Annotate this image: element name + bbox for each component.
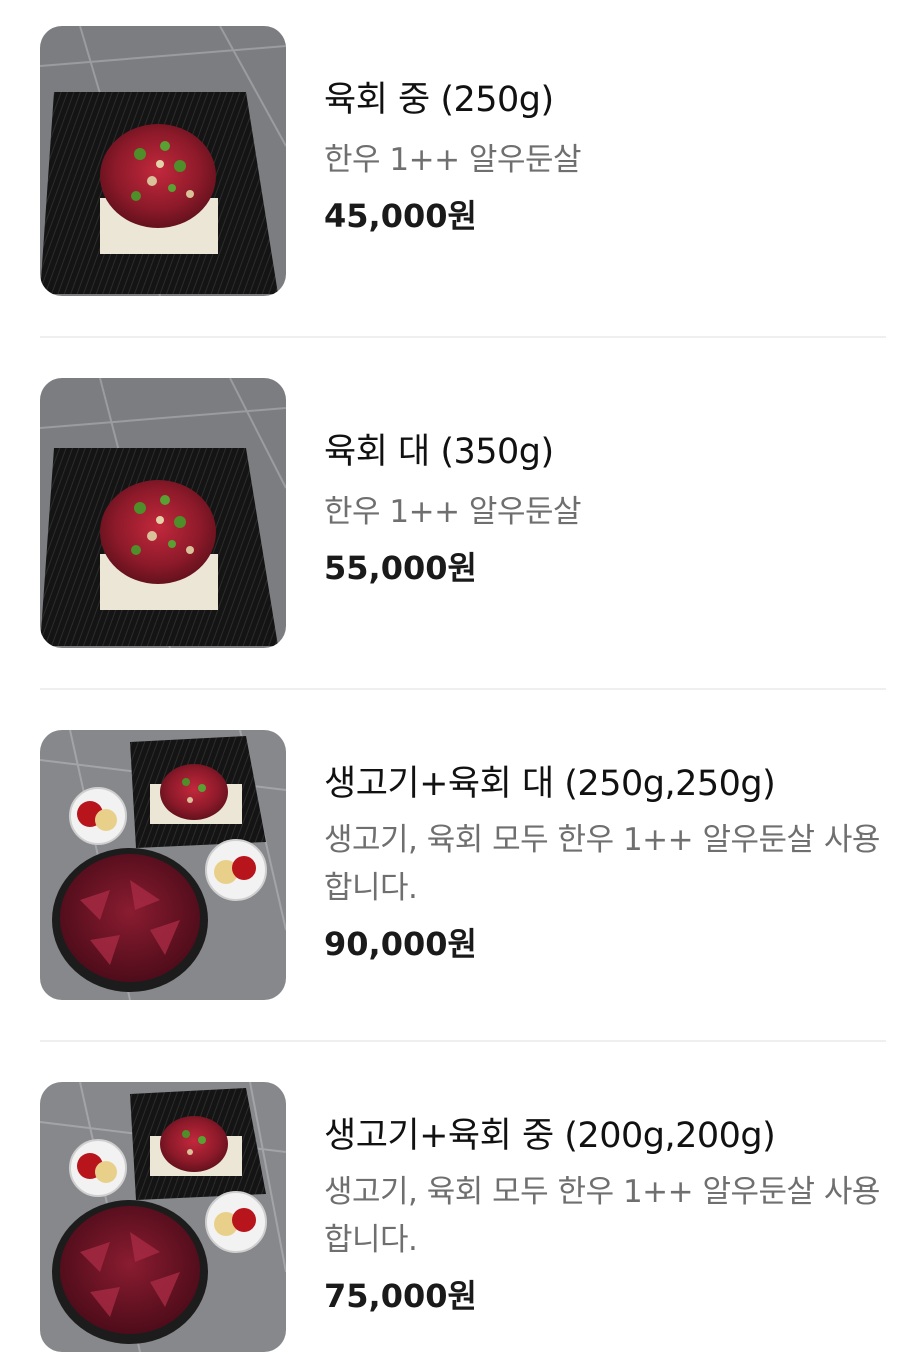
item-description: 한우 1++ 알우둔살 xyxy=(324,494,582,530)
item-name: 생고기+육회 대 (250g,250g) xyxy=(324,764,776,804)
item-description: 생고기, 육회 모두 한우 1++ 알우둔살 사용 합니다. xyxy=(324,822,880,906)
item-price: 55,000원 xyxy=(324,549,477,587)
item-info: 생고기+육회 대 (250g,250g) 생고기, 육회 모두 한우 1++ 알… xyxy=(324,762,886,966)
item-price: 45,000원 xyxy=(324,197,477,235)
yukhoe-plate-image xyxy=(40,378,286,648)
divider xyxy=(40,336,886,338)
item-info: 육회 중 (250g) 한우 1++ 알우둔살 45,000원 xyxy=(324,78,886,238)
menu-list: 육회 중 (250g) 한우 1++ 알우둔살 45,000원 육회 대 (35… xyxy=(0,0,900,1371)
yukhoe-plate-image xyxy=(40,26,286,296)
raw-beef-set-image xyxy=(40,1082,286,1352)
item-price: 75,000원 xyxy=(324,1277,477,1315)
item-description: 생고기, 육회 모두 한우 1++ 알우둔살 사용 합니다. xyxy=(324,1174,880,1258)
raw-beef-set-image xyxy=(40,730,286,1000)
item-description: 한우 1++ 알우둔살 xyxy=(324,142,582,178)
item-info: 생고기+육회 중 (200g,200g) 생고기, 육회 모두 한우 1++ 알… xyxy=(324,1114,886,1318)
item-price: 90,000원 xyxy=(324,925,477,963)
menu-item[interactable]: 생고기+육회 중 (200g,200g) 생고기, 육회 모두 한우 1++ 알… xyxy=(0,1056,900,1371)
menu-item[interactable]: 생고기+육회 대 (250g,250g) 생고기, 육회 모두 한우 1++ 알… xyxy=(0,704,900,1042)
item-name: 육회 중 (250g) xyxy=(324,80,554,120)
divider xyxy=(40,1040,886,1042)
divider xyxy=(40,688,886,690)
item-info: 육회 대 (350g) 한우 1++ 알우둔살 55,000원 xyxy=(324,430,886,590)
item-name: 생고기+육회 중 (200g,200g) xyxy=(324,1116,776,1156)
item-name: 육회 대 (350g) xyxy=(324,432,554,472)
menu-item[interactable]: 육회 중 (250g) 한우 1++ 알우둔살 45,000원 xyxy=(0,0,900,338)
menu-item[interactable]: 육회 대 (350g) 한우 1++ 알우둔살 55,000원 xyxy=(0,352,900,690)
